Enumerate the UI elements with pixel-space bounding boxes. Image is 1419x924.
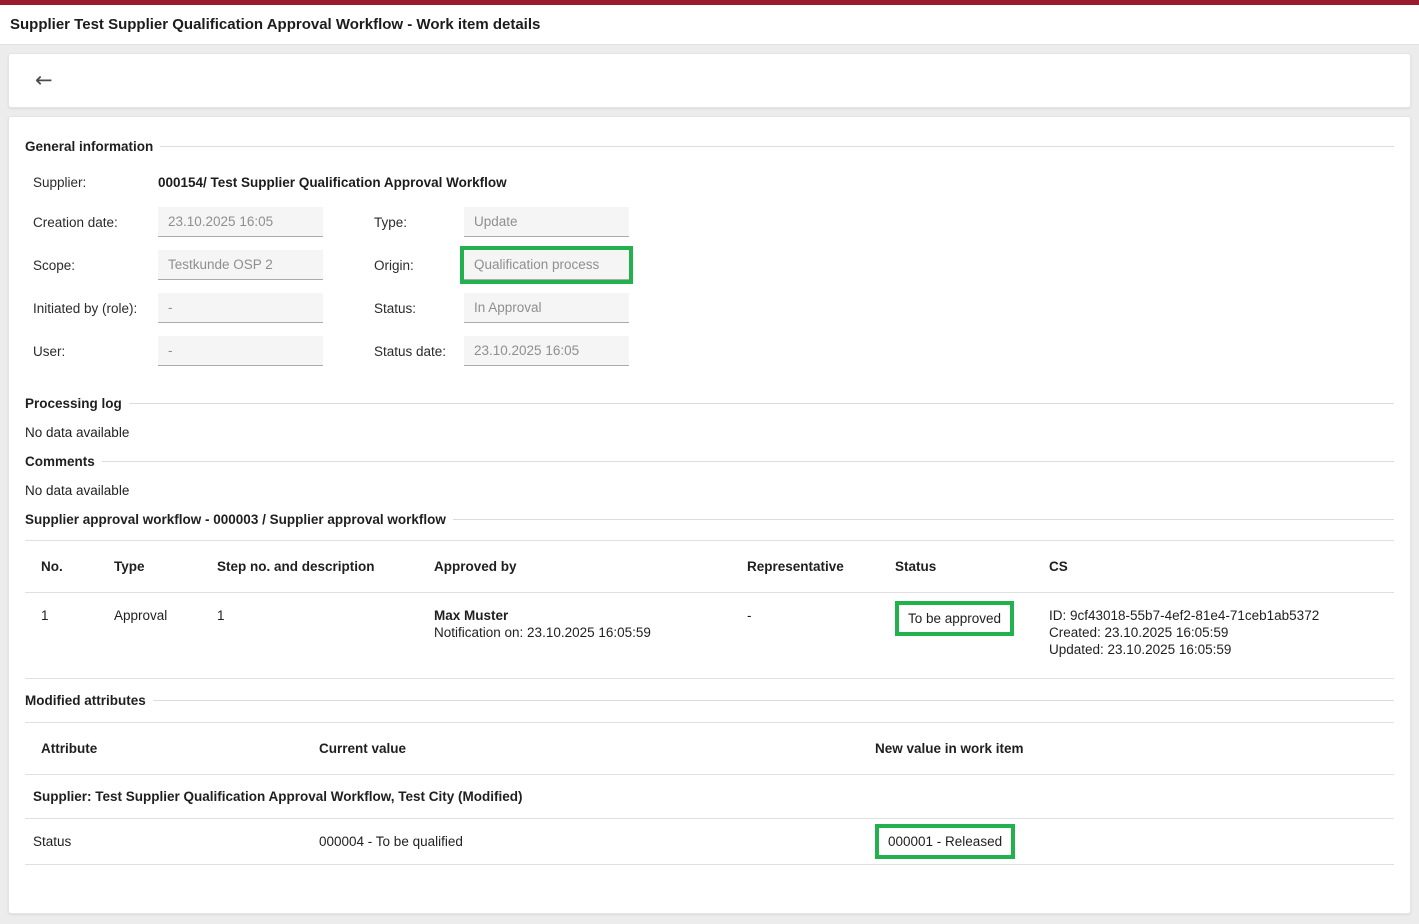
approval-workflow-header-row: No. Type Step no. and description Approv… [25,541,1394,593]
section-modified-attributes-title: Modified attributes [25,693,146,708]
cell-new-value: 000001 - Released [867,819,1394,865]
approver-name: Max Muster [434,607,731,624]
group-header-text: Supplier: Test Supplier Qualification Ap… [25,775,1394,819]
initiated-by-role-field: - [158,293,323,323]
section-approval-workflow: Supplier approval workflow - 000003 / Su… [25,512,1394,527]
scope-label: Scope: [33,258,158,273]
general-information-form: Creation date: 23.10.2025 16:05 Type: Up… [33,207,1394,366]
col-approved-by: Approved by [426,541,739,593]
user-field: - [158,336,323,366]
cell-step: 1 [209,593,426,679]
cell-no: 1 [25,593,106,679]
supplier-label: Supplier: [33,175,158,190]
section-comments-title: Comments [25,454,95,469]
cell-type: Approval [106,593,209,679]
content-area: ← General information Supplier: 000154/ … [0,45,1419,922]
col-status: Status [887,541,1041,593]
section-comments: Comments [25,454,1394,469]
col-new-value: New value in work item [867,723,1394,775]
cs-created: Created: 23.10.2025 16:05:59 [1049,624,1386,641]
new-value-highlight-box: 000001 - Released [875,824,1015,859]
supplier-row: Supplier: 000154/ Test Supplier Qualific… [33,175,1394,190]
section-general-information: General information [25,139,1394,154]
status-label: Status: [323,301,464,316]
col-cs: CS [1041,541,1394,593]
approval-workflow-table: No. Type Step no. and description Approv… [25,540,1394,679]
comments-empty-text: No data available [25,483,1394,498]
cell-attribute: Status [25,819,311,865]
section-approval-workflow-title: Supplier approval workflow - 000003 / Su… [25,512,446,527]
section-modified-attributes: Modified attributes [25,693,1394,708]
app-header: Supplier Test Supplier Qualification App… [0,5,1419,45]
cs-updated: Updated: 23.10.2025 16:05:59 [1049,641,1386,658]
status-date-label: Status date: [323,344,464,359]
section-processing-log: Processing log [25,396,1394,411]
col-step: Step no. and description [209,541,426,593]
creation-date-field: 23.10.2025 16:05 [158,207,323,237]
cell-representative: - [739,593,887,679]
back-arrow-icon: ← [35,68,53,92]
cell-approved-by: Max Muster Notification on: 23.10.2025 1… [426,593,739,679]
cell-status: To be approved [887,593,1041,679]
back-button[interactable]: ← [25,64,63,97]
work-item-details-panel: General information Supplier: 000154/ Te… [8,116,1411,914]
type-label: Type: [323,215,464,230]
col-current-value: Current value [311,723,867,775]
col-representative: Representative [739,541,887,593]
modified-attributes-header-row: Attribute Current value New value in wor… [25,723,1394,775]
user-label: User: [33,344,158,359]
origin-label: Origin: [323,258,464,273]
section-general-title: General information [25,139,153,154]
col-no: No. [25,541,106,593]
approver-notification: Notification on: 23.10.2025 16:05:59 [434,624,731,641]
toolbar-card: ← [8,53,1411,108]
status-field: In Approval [464,293,629,323]
cell-current-value: 000004 - To be qualified [311,819,867,865]
col-attribute: Attribute [25,723,311,775]
creation-date-label: Creation date: [33,215,158,230]
modified-attributes-table: Attribute Current value New value in wor… [25,722,1394,865]
modified-attributes-group-row: Supplier: Test Supplier Qualification Ap… [25,775,1394,819]
status-highlight-box: To be approved [895,601,1014,636]
processing-log-empty-text: No data available [25,425,1394,440]
section-processing-log-title: Processing log [25,396,122,411]
status-date-field: 23.10.2025 16:05 [464,336,629,366]
col-type: Type [106,541,209,593]
scope-field: Testkunde OSP 2 [158,250,323,280]
origin-field-highlight-box: Qualification process [464,250,629,280]
cell-cs: ID: 9cf43018-55b7-4ef2-81e4-71ceb1ab5372… [1041,593,1394,679]
page-title: Supplier Test Supplier Qualification App… [10,16,540,33]
supplier-value: 000154/ Test Supplier Qualification Appr… [158,175,507,190]
type-field: Update [464,207,629,237]
approval-workflow-row: 1 Approval 1 Max Muster Notification on:… [25,593,1394,679]
cs-id: ID: 9cf43018-55b7-4ef2-81e4-71ceb1ab5372 [1049,607,1386,624]
modified-attributes-row: Status 000004 - To be qualified 000001 -… [25,819,1394,865]
initiated-by-role-label: Initiated by (role): [33,301,158,316]
